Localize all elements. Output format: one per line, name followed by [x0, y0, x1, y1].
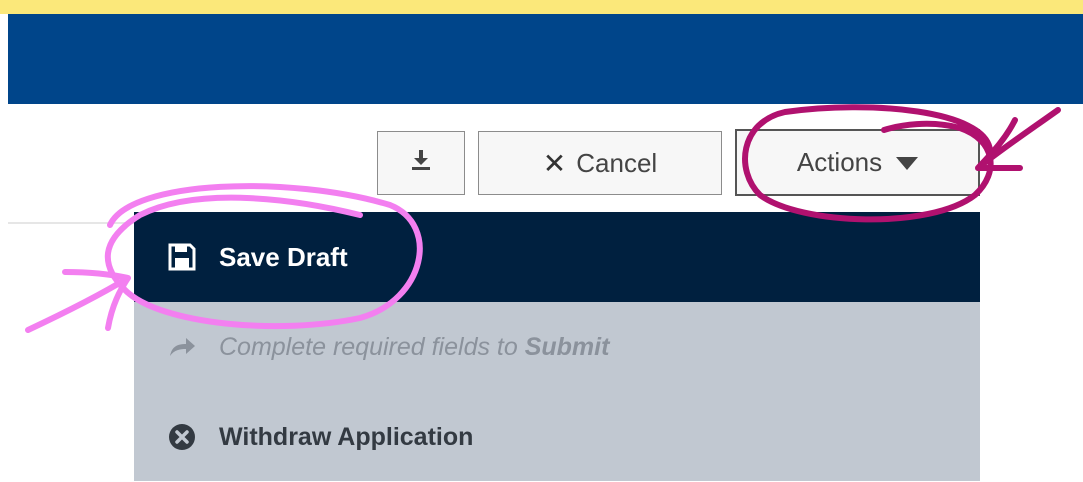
download-button[interactable] [377, 131, 465, 195]
divider [8, 222, 138, 224]
withdraw-label: Withdraw Application [219, 422, 474, 451]
pink-arrow-annotation [25, 269, 131, 333]
save-icon [167, 242, 197, 272]
actions-button[interactable]: Actions [735, 129, 980, 196]
close-icon: ✕ [542, 147, 567, 179]
magenta-arrow-annotation [975, 107, 1061, 171]
top-yellow-strip [0, 0, 1083, 14]
caret-down-icon [896, 147, 919, 178]
save-draft-label: Save Draft [219, 241, 348, 272]
header-bar [8, 14, 1083, 104]
actions-label: Actions [796, 147, 883, 177]
menu-item-submit: Complete required fields to Submit [134, 302, 980, 392]
cancel-label: Cancel [576, 147, 658, 178]
submit-hint-text: Complete required fields to Submit [219, 332, 610, 361]
menu-item-save-draft[interactable]: Save Draft [134, 212, 980, 302]
cancel-button[interactable]: ✕ Cancel [478, 131, 722, 195]
menu-item-withdraw-application[interactable]: Withdraw Application [134, 392, 980, 482]
download-icon [409, 148, 433, 179]
actions-dropdown-menu: Save Draft Complete required fields to S… [134, 212, 980, 481]
circle-x-icon [167, 422, 197, 452]
share-arrow-icon [167, 332, 197, 362]
